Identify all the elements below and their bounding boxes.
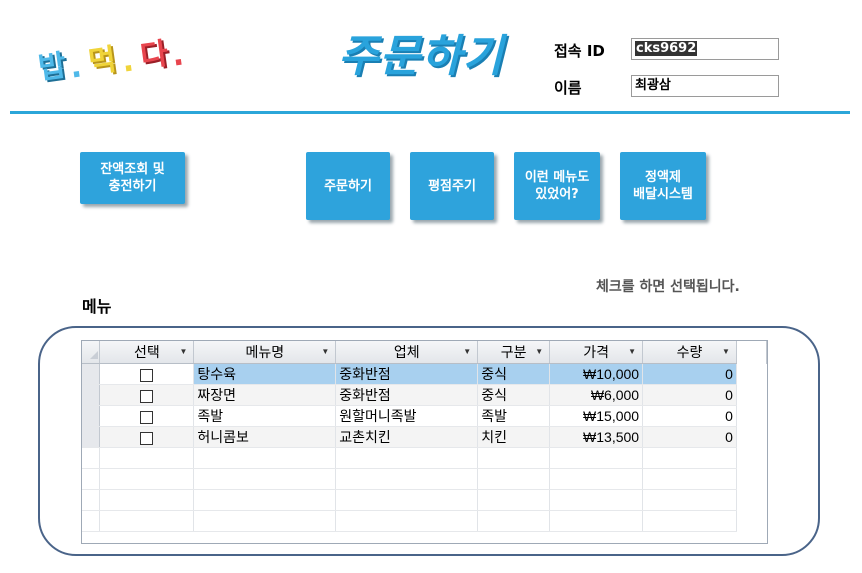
table-row[interactable]: 허니콤보 교촌치킨 치킨 ₩13,500 0 <box>82 426 767 448</box>
row-header[interactable] <box>82 405 101 427</box>
user-id-value: cks9692 <box>635 41 698 56</box>
logo-char-3: 다 <box>138 36 171 75</box>
select-checkbox[interactable] <box>140 389 154 403</box>
logo-dot-3: . <box>169 37 186 74</box>
sort-filter-icon[interactable]: ▼ <box>463 347 471 356</box>
user-id-field[interactable]: cks9692 <box>631 38 779 60</box>
select-cell[interactable] <box>99 426 195 448</box>
user-name-value: 최광삼 <box>635 78 671 93</box>
store-cell[interactable]: 교촌치킨 <box>335 426 479 448</box>
user-name-label: 이름 <box>554 79 582 97</box>
column-label: 업체 <box>393 344 420 360</box>
menu-section-title: 메뉴 <box>82 297 112 316</box>
qty-cell[interactable]: 0 <box>642 405 737 427</box>
store-cell[interactable]: 중화반점 <box>335 384 479 406</box>
user-id-label: 접속 ID <box>554 42 605 60</box>
price-cell[interactable]: ₩13,500 <box>549 426 644 448</box>
filter-arrow-icon[interactable]: ▼ <box>535 347 543 356</box>
logo-char-2: 먹 <box>86 42 119 81</box>
column-label: 가격 <box>583 344 609 360</box>
qty-cell[interactable]: 0 <box>642 426 737 448</box>
table-row[interactable]: 탕수육 중화반점 중식 ₩10,000 0 <box>82 363 767 385</box>
price-cell[interactable]: ₩6,000 <box>549 384 644 406</box>
table-row[interactable]: 족발 원할머니족발 족발 ₩15,000 0 <box>82 405 767 427</box>
logo-dot-2: . <box>119 43 136 80</box>
column-header-category[interactable]: 구분 ▼ <box>477 341 551 364</box>
column-header-qty[interactable]: 수량 ▼ <box>642 341 737 364</box>
select-checkbox[interactable] <box>140 368 154 382</box>
order-button[interactable]: 주문하기 <box>306 152 390 220</box>
empty-row <box>82 447 767 469</box>
store-cell[interactable]: 중화반점 <box>335 363 479 385</box>
category-cell[interactable]: 중식 <box>477 363 551 385</box>
empty-cell <box>736 405 767 427</box>
empty-cell <box>736 363 767 385</box>
column-header-blank <box>736 341 767 364</box>
menu-grid[interactable]: 선택 ▼ 메뉴명 ▼ 업체 ▼ 구분 ▼ 가격 ▼ 수량 ▼ 탕수육 중화반점 중식 ₩10… <box>81 340 768 544</box>
user-name-field[interactable]: 최광삼 <box>631 75 779 97</box>
table-row[interactable]: 짜장면 중화반점 중식 ₩6,000 0 <box>82 384 767 406</box>
balance-button[interactable]: 잔액조회 및 충전하기 <box>80 152 185 204</box>
empty-cell <box>736 384 767 406</box>
menu-cell[interactable]: 족발 <box>193 405 337 427</box>
filter-arrow-icon[interactable]: ▼ <box>179 347 187 356</box>
select-cell[interactable] <box>99 384 195 406</box>
grid-corner <box>82 341 101 364</box>
select-cell[interactable] <box>99 363 195 385</box>
logo-dot-1: . <box>67 49 84 86</box>
column-header-menu[interactable]: 메뉴명 ▼ <box>193 341 337 364</box>
subscription-button[interactable]: 정액제 배달시스템 <box>620 152 706 220</box>
row-header[interactable] <box>82 363 101 385</box>
select-checkbox[interactable] <box>140 431 154 445</box>
column-label: 수량 <box>676 344 703 360</box>
page-title: 주문하기 <box>338 31 504 82</box>
category-cell[interactable]: 치킨 <box>477 426 551 448</box>
qty-cell[interactable]: 0 <box>642 384 737 406</box>
category-cell[interactable]: 족발 <box>477 405 551 427</box>
app-logo: 밥 . 먹 . 다 . <box>36 28 196 98</box>
hint-text: 체크를 하면 선택됩니다. <box>596 279 740 295</box>
header-divider <box>10 111 850 114</box>
price-cell[interactable]: ₩15,000 <box>549 405 644 427</box>
empty-row <box>82 489 767 511</box>
empty-row <box>82 468 767 490</box>
column-label: 구분 <box>500 344 527 360</box>
column-label: 메뉴명 <box>245 344 285 360</box>
column-header-price[interactable]: 가격 ▼ <box>549 341 644 364</box>
empty-cell <box>736 426 767 448</box>
row-header[interactable] <box>82 384 101 406</box>
store-cell[interactable]: 원할머니족발 <box>335 405 479 427</box>
review-button[interactable]: 평점주기 <box>410 152 494 220</box>
filter-arrow-icon[interactable]: ▼ <box>628 347 636 356</box>
select-checkbox[interactable] <box>140 410 154 424</box>
column-header-select[interactable]: 선택 ▼ <box>99 341 195 364</box>
column-label: 선택 <box>134 344 160 360</box>
menu-cell[interactable]: 짜장면 <box>193 384 337 406</box>
price-cell[interactable]: ₩10,000 <box>549 363 644 385</box>
menu-cell[interactable]: 탕수육 <box>193 363 337 385</box>
suggest-menu-button[interactable]: 이런 메뉴도 있었어? <box>514 152 600 220</box>
menu-cell[interactable]: 허니콤보 <box>193 426 337 448</box>
category-cell[interactable]: 중식 <box>477 384 551 406</box>
empty-row <box>82 510 767 532</box>
select-cell[interactable] <box>99 405 195 427</box>
column-header-store[interactable]: 업체 ▼ <box>335 341 479 364</box>
qty-cell[interactable]: 0 <box>642 363 737 385</box>
filter-arrow-icon[interactable]: ▼ <box>722 347 730 356</box>
logo-char-1: 밥 <box>36 48 69 87</box>
row-header[interactable] <box>82 426 101 448</box>
filter-arrow-icon[interactable]: ▼ <box>321 347 329 356</box>
